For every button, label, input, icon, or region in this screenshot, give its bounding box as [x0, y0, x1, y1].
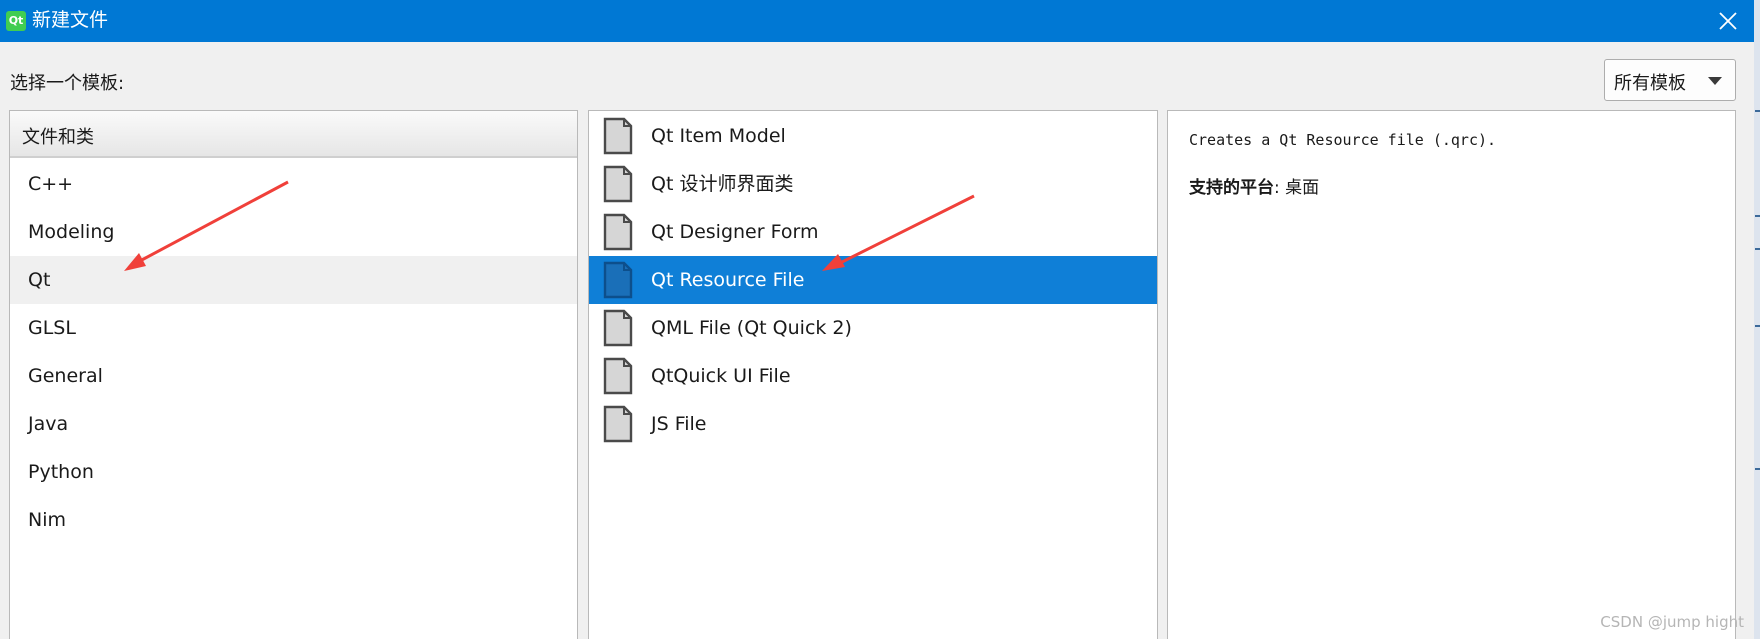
chevron-down-icon [1708, 77, 1722, 85]
category-group-label: 文件和类 [22, 127, 94, 148]
template-label: Qt Designer Form [651, 221, 819, 243]
category-label: Nim [28, 509, 66, 531]
background-window-edge [1754, 0, 1760, 639]
category-label: General [28, 365, 103, 387]
category-label: Modeling [28, 221, 115, 243]
template-filter-dropdown[interactable]: 所有模板 [1604, 59, 1736, 101]
category-label: Python [28, 461, 94, 483]
category-item-python[interactable]: Python [10, 448, 577, 496]
template-item-qt-designer-form[interactable]: Qt Designer Form [589, 208, 1157, 256]
template-details: Creates a Qt Resource file (.qrc). 支持的平台… [1167, 110, 1736, 639]
title-bar: Qt 新建文件 [0, 0, 1754, 42]
file-icon [603, 117, 633, 155]
file-icon [603, 261, 633, 299]
platform-separator: : [1274, 178, 1286, 198]
file-icon [603, 165, 633, 203]
category-item-nim[interactable]: Nim [10, 496, 577, 544]
category-item-general[interactable]: General [10, 352, 577, 400]
file-icon [603, 357, 633, 395]
template-label: JS File [651, 413, 707, 435]
dialog-body: 选择一个模板: 所有模板 文件和类 C++ Modeling Qt GLSL G… [0, 42, 1754, 639]
file-icon [603, 405, 633, 443]
template-label: Qt Resource File [651, 269, 805, 291]
close-icon[interactable] [1716, 9, 1740, 33]
template-item-qt-resource-file[interactable]: Qt Resource File [589, 256, 1157, 304]
watermark: CSDN @jump hight [1600, 613, 1744, 631]
template-list: Qt Item Model Qt 设计师界面类 Qt Designer Form… [588, 110, 1158, 639]
file-icon [603, 309, 633, 347]
qt-logo-icon: Qt [6, 11, 26, 31]
template-item-qt-designer-class[interactable]: Qt 设计师界面类 [589, 160, 1157, 208]
supported-platforms: 支持的平台: 桌面 [1189, 173, 1319, 198]
template-item-qtquick-ui-file[interactable]: QtQuick UI File [589, 352, 1157, 400]
template-label: Qt Item Model [651, 125, 786, 147]
category-label: Java [28, 413, 69, 435]
platform-value: 桌面 [1285, 178, 1320, 198]
file-icon [603, 213, 633, 251]
category-label: GLSL [28, 317, 76, 339]
template-item-qml-file[interactable]: QML File (Qt Quick 2) [589, 304, 1157, 352]
category-item-java[interactable]: Java [10, 400, 577, 448]
category-list: 文件和类 C++ Modeling Qt GLSL General Java P… [9, 110, 578, 639]
template-label: QML File (Qt Quick 2) [651, 317, 852, 339]
template-filter-value: 所有模板 [1614, 73, 1686, 94]
category-item-cpp[interactable]: C++ [10, 160, 577, 208]
platform-label: 支持的平台 [1189, 178, 1274, 198]
template-description: Creates a Qt Resource file (.qrc). [1189, 131, 1497, 149]
category-item-qt[interactable]: Qt [10, 256, 577, 304]
template-item-qt-item-model[interactable]: Qt Item Model [589, 112, 1157, 160]
template-label: QtQuick UI File [651, 365, 791, 387]
template-label: Qt 设计师界面类 [651, 173, 794, 195]
template-item-js-file[interactable]: JS File [589, 400, 1157, 448]
category-item-modeling[interactable]: Modeling [10, 208, 577, 256]
choose-template-label: 选择一个模板: [10, 73, 125, 94]
category-label: Qt [28, 269, 51, 291]
category-group-header[interactable]: 文件和类 [10, 111, 577, 158]
category-label: C++ [28, 173, 74, 195]
category-item-glsl[interactable]: GLSL [10, 304, 577, 352]
window-title: 新建文件 [32, 9, 109, 31]
